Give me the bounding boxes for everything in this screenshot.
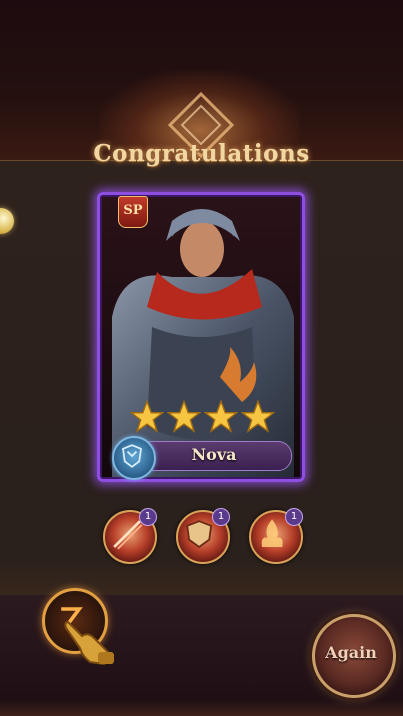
armored-knight-portrait [102, 197, 300, 477]
skill-level-badge: 1 [212, 508, 230, 526]
star-icon [130, 400, 164, 433]
rarity-badge: SP [118, 196, 148, 228]
star-icon [204, 400, 238, 433]
skill-level-badge: 1 [285, 508, 303, 526]
skill-level-badge: 1 [139, 508, 157, 526]
star-icon [167, 400, 201, 433]
star-rating [130, 400, 280, 434]
pointing-hand-icon [64, 620, 114, 666]
panel-fade [0, 560, 403, 595]
page-title: Congratulations [93, 140, 310, 167]
bottom-trim [0, 700, 403, 716]
again-button-label[interactable]: Again [312, 614, 390, 692]
hero-name: Nova [191, 445, 237, 464]
star-icon [241, 400, 275, 433]
